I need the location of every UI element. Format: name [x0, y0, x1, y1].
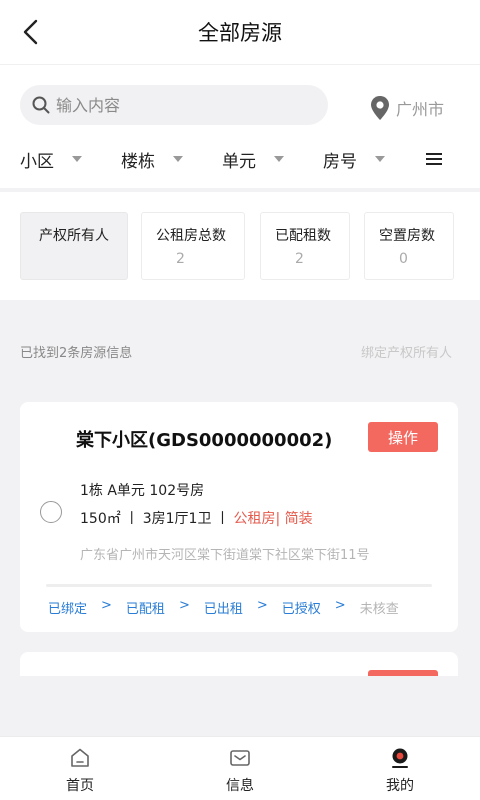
status-steps: 已绑定 > 已配租 > 已出租 > 已授权 > 未核查 — [48, 598, 399, 617]
city-selector[interactable]: 广州市 — [370, 95, 444, 121]
filter-room[interactable]: 房号 — [323, 147, 424, 172]
back-button[interactable] — [16, 18, 44, 46]
owner-filter[interactable]: 产权所有人 — [20, 212, 128, 280]
tab-messages[interactable]: 信息 — [160, 737, 320, 800]
header-bar: 全部房源 — [0, 0, 480, 64]
list-bottom-band — [0, 676, 480, 736]
bind-owner-link[interactable]: 绑定产权所有人 — [361, 342, 452, 361]
tab-home[interactable]: 首页 — [0, 737, 160, 800]
filter-unit[interactable]: 单元 — [222, 147, 323, 172]
progress-divider — [46, 584, 432, 587]
search-input[interactable] — [56, 95, 296, 115]
step-allocated: 已配租 — [125, 602, 165, 617]
step-unchecked: 未核查 — [359, 602, 399, 617]
tab-label: 首页 — [66, 778, 94, 794]
stats-area: 产权所有人 公租房总数 2 已配租数 2 空置房数 0 — [0, 192, 480, 300]
tags-text: 公租房| 简装 — [233, 511, 313, 527]
filter-label: 楼栋 — [121, 151, 155, 172]
search-icon — [32, 96, 50, 114]
home-icon — [71, 748, 89, 767]
area-text: 150㎡ — [80, 511, 121, 527]
filter-bar: 小区 楼栋 单元 房号 — [20, 145, 460, 173]
filter-building[interactable]: 楼栋 — [121, 147, 222, 172]
stat-label: 已配租数 — [275, 228, 331, 244]
separator: 丨 — [124, 511, 139, 527]
listing-info: 150㎡ 丨 3房1厅1卫 丨 公租房| 简装 — [80, 508, 313, 528]
unit-text: 1栋 A单元 102号房 — [80, 483, 205, 499]
filter-area: 广州市 小区 楼栋 单元 房号 — [0, 64, 480, 188]
step-bound: 已绑定 — [48, 602, 88, 617]
step-arrow: > — [178, 598, 190, 613]
action-button[interactable]: 操作 — [368, 422, 438, 452]
step-arrow: > — [101, 598, 112, 613]
separator: 丨 — [215, 511, 230, 527]
stat-value: 0 — [399, 251, 408, 267]
menu-icon[interactable] — [426, 153, 442, 165]
filter-community[interactable]: 小区 — [20, 147, 121, 172]
step-arrow: > — [334, 598, 346, 613]
tab-profile[interactable]: 我的 — [320, 737, 480, 800]
address-text: 广东省广州市天河区棠下街道棠下社区棠下街11号 — [80, 548, 370, 563]
select-radio[interactable] — [40, 501, 62, 523]
listing-card: 棠下小区(GDS0000000002) 操作 1栋 A单元 102号房 150㎡… — [20, 402, 458, 632]
user-icon — [392, 748, 408, 768]
stat-value: 2 — [295, 251, 304, 267]
tab-bar: 首页 信息 我的 — [0, 736, 480, 800]
stat-value: 2 — [176, 251, 185, 267]
mail-icon — [230, 750, 250, 766]
filter-label: 单元 — [222, 151, 256, 172]
search-box[interactable] — [20, 85, 328, 125]
filter-label: 小区 — [20, 151, 54, 172]
step-rented: 已出租 — [203, 602, 243, 617]
caret-down-icon — [375, 156, 385, 162]
tab-label: 信息 — [226, 778, 254, 794]
summary-row: 已找到2条房源信息 绑定产权所有人 — [20, 342, 452, 361]
city-label: 广州市 — [396, 100, 445, 119]
location-pin-icon — [371, 96, 389, 120]
stat-total-public: 公租房总数 2 — [141, 212, 245, 280]
stat-label: 空置房数 — [379, 228, 435, 244]
page-title: 全部房源 — [198, 21, 282, 45]
listing-title: 棠下小区(GDS0000000002) — [76, 430, 333, 451]
step-authorized: 已授权 — [281, 602, 321, 617]
step-arrow: > — [256, 598, 268, 613]
found-count-text: 已找到2条房源信息 — [20, 346, 133, 361]
tab-label: 我的 — [386, 778, 414, 794]
layout-text: 3房1厅1卫 — [142, 511, 212, 527]
stat-label: 公租房总数 — [156, 228, 226, 244]
filter-label: 房号 — [323, 151, 357, 172]
caret-down-icon — [274, 156, 284, 162]
caret-down-icon — [72, 156, 82, 162]
stat-vacant: 空置房数 0 — [364, 212, 454, 280]
chevron-left-icon — [23, 19, 38, 45]
caret-down-icon — [173, 156, 183, 162]
stat-allocated: 已配租数 2 — [260, 212, 350, 280]
stat-label: 产权所有人 — [39, 228, 109, 244]
